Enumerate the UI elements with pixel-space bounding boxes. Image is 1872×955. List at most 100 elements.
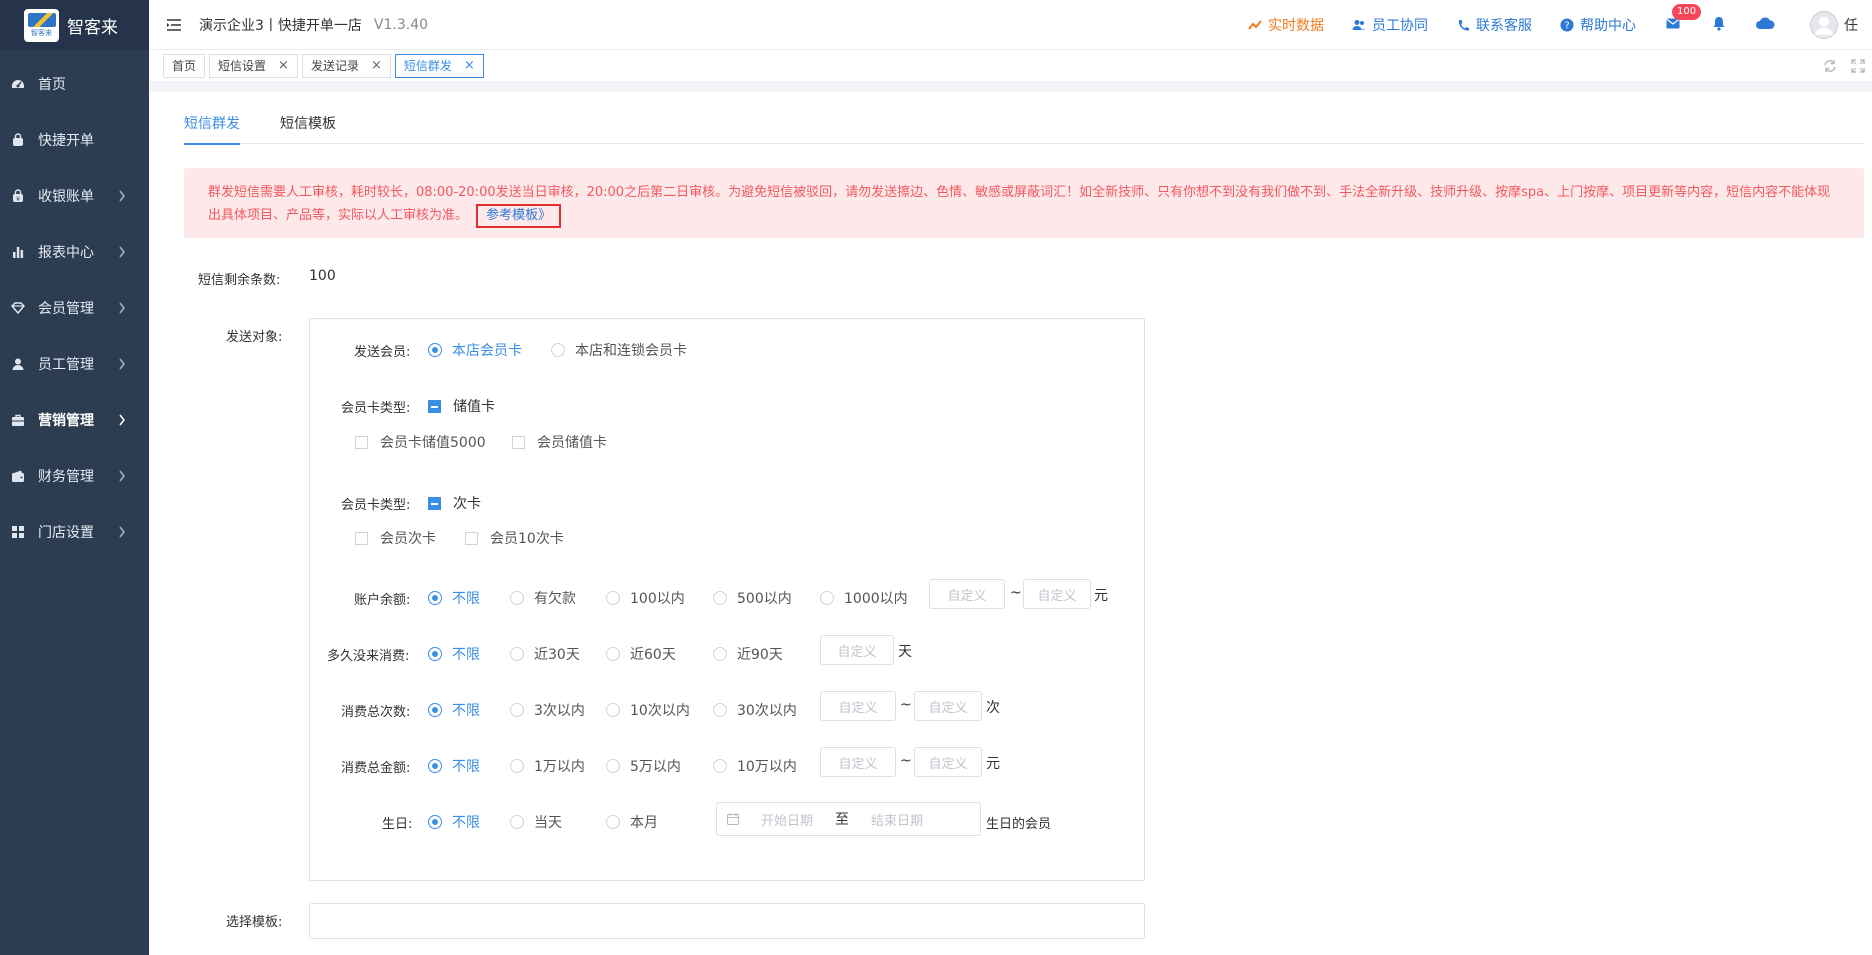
radio-last-30[interactable]: 近30天: [510, 644, 580, 664]
briefcase-icon: [10, 412, 26, 428]
app-version: V1.3.40: [373, 16, 429, 33]
last-consume-input[interactable]: 自定义: [820, 635, 894, 665]
checkbox-box: [465, 531, 478, 545]
radio-own-store-card[interactable]: 本店会员卡: [428, 340, 522, 360]
radio-amount-any[interactable]: 不限: [428, 756, 480, 776]
balance-min-input[interactable]: 自定义: [929, 579, 1005, 609]
question-icon: ?: [1560, 18, 1574, 32]
sidebar-item-reports[interactable]: 报表中心: [0, 224, 149, 280]
contact-support-link[interactable]: 联系客服: [1456, 15, 1532, 35]
checkbox-stored-5000[interactable]: 会员卡储值5000: [355, 432, 486, 452]
user-name[interactable]: 任: [1844, 15, 1858, 35]
tab-send-records[interactable]: 发送记录 ×: [301, 53, 391, 78]
help-center-link[interactable]: ? 帮助中心: [1560, 15, 1636, 35]
dashboard-icon: [10, 76, 26, 92]
balance-unit: 元: [1094, 588, 1108, 604]
birthday-date-range[interactable]: 开始日期 至 结束日期: [716, 802, 981, 836]
checkbox-box: [355, 531, 368, 545]
store-title: 演示企业3丨快捷开单一店: [199, 17, 362, 34]
radio-birthday-any[interactable]: 不限: [428, 812, 480, 832]
radio-dot: [820, 591, 834, 605]
sidebar: 智客来 智客来 首页 快捷开单 ¥ 收银账单 报表中心 会员管理 员工管理 营销…: [0, 0, 149, 955]
user-icon: [10, 356, 26, 372]
radio-count-10[interactable]: 10次以内: [606, 700, 690, 720]
subtab-sms-broadcast[interactable]: 短信群发: [184, 112, 240, 145]
fullscreen-icon[interactable]: [1850, 58, 1866, 74]
radio-dot: [428, 647, 442, 661]
consume-count-max-input[interactable]: 自定义: [914, 691, 982, 721]
close-icon[interactable]: ×: [278, 58, 289, 73]
close-icon[interactable]: ×: [464, 58, 475, 73]
balance-label: 账户余额:: [354, 593, 411, 608]
brand-logo[interactable]: 智客来 智客来: [0, 0, 149, 50]
stored-card-type-label: 会员卡类型:: [341, 401, 411, 416]
checkbox-box: [512, 435, 525, 449]
radio-dot: [551, 343, 565, 357]
sidebar-item-store-settings[interactable]: 门店设置: [0, 504, 149, 560]
template-select[interactable]: [309, 903, 1145, 939]
brand-name: 智客来: [67, 17, 118, 38]
radio-birthday-today[interactable]: 当天: [510, 812, 562, 832]
close-icon[interactable]: ×: [371, 58, 382, 73]
reference-template-link[interactable]: 参考模板》: [476, 204, 562, 228]
count-card-group-checkbox[interactable]: 次卡: [428, 493, 481, 513]
cloud-button[interactable]: [1755, 16, 1775, 34]
start-date-input[interactable]: 开始日期: [761, 810, 813, 829]
tab-home[interactable]: 首页: [163, 53, 206, 78]
cloud-icon: [1755, 16, 1775, 34]
radio-chain-store-card[interactable]: 本店和连锁会员卡: [551, 340, 687, 360]
radio-balance-100[interactable]: 100以内: [606, 588, 685, 608]
sidebar-item-members[interactable]: 会员管理: [0, 280, 149, 336]
checkbox-stored-card[interactable]: 会员储值卡: [512, 432, 607, 452]
stored-card-group-checkbox[interactable]: 储值卡: [428, 396, 495, 416]
radio-balance-any[interactable]: 不限: [428, 588, 480, 608]
avatar[interactable]: [1810, 11, 1838, 39]
sidebar-item-billing[interactable]: ¥ 收银账单: [0, 168, 149, 224]
tab-sms-broadcast[interactable]: 短信群发 ×: [394, 53, 484, 78]
refresh-icon[interactable]: [1822, 58, 1838, 74]
date-separator: 至: [835, 812, 850, 828]
range-tilde: ~: [900, 753, 912, 769]
mail-button[interactable]: 100: [1664, 4, 1702, 34]
wallet-icon: [10, 468, 26, 484]
consume-count-min-input[interactable]: 自定义: [820, 691, 896, 721]
sidebar-item-finance[interactable]: 财务管理: [0, 448, 149, 504]
end-date-input[interactable]: 结束日期: [871, 810, 923, 829]
radio-balance-1000[interactable]: 1000以内: [820, 588, 908, 608]
sidebar-item-quick-order[interactable]: 快捷开单: [0, 112, 149, 168]
sidebar-item-home[interactable]: 首页: [0, 56, 149, 112]
sidebar-item-label: 首页: [38, 77, 66, 93]
radio-last-90[interactable]: 近90天: [713, 644, 783, 664]
radio-balance-500[interactable]: 500以内: [713, 588, 792, 608]
radio-amount-10k[interactable]: 1万以内: [510, 756, 585, 776]
radio-count-3[interactable]: 3次以内: [510, 700, 585, 720]
checkbox-10-count-card[interactable]: 会员10次卡: [465, 528, 564, 548]
realtime-data-link[interactable]: 实时数据: [1248, 15, 1324, 35]
radio-last-60[interactable]: 近60天: [606, 644, 676, 664]
radio-amount-100k[interactable]: 10万以内: [713, 756, 797, 776]
radio-dot: [606, 815, 620, 829]
checkbox-count-card[interactable]: 会员次卡: [355, 528, 436, 548]
sidebar-item-staff[interactable]: 员工管理: [0, 336, 149, 392]
radio-dot: [428, 759, 442, 773]
notification-button[interactable]: [1710, 16, 1728, 34]
menu-toggle-icon[interactable]: [166, 17, 182, 33]
template-label: 选择模板:: [226, 915, 283, 930]
radio-balance-debt[interactable]: 有欠款: [510, 588, 576, 608]
birthday-suffix: 生日的会员: [986, 817, 1052, 832]
radio-count-any[interactable]: 不限: [428, 700, 480, 720]
last-consume-unit: 天: [898, 644, 912, 660]
balance-max-input[interactable]: 自定义: [1023, 579, 1091, 609]
phone-icon: [1456, 18, 1470, 32]
sidebar-item-marketing[interactable]: 营销管理: [0, 392, 149, 448]
users-icon: [1352, 18, 1366, 32]
radio-birthday-month[interactable]: 本月: [606, 812, 658, 832]
radio-last-any[interactable]: 不限: [428, 644, 480, 664]
consume-amount-min-input[interactable]: 自定义: [820, 747, 896, 777]
staff-collab-link[interactable]: 员工协同: [1352, 15, 1428, 35]
radio-amount-50k[interactable]: 5万以内: [606, 756, 681, 776]
tab-sms-settings[interactable]: 短信设置 ×: [209, 53, 298, 78]
consume-amount-max-input[interactable]: 自定义: [914, 747, 982, 777]
subtab-sms-template[interactable]: 短信模板: [280, 112, 336, 144]
radio-count-30[interactable]: 30次以内: [713, 700, 797, 720]
